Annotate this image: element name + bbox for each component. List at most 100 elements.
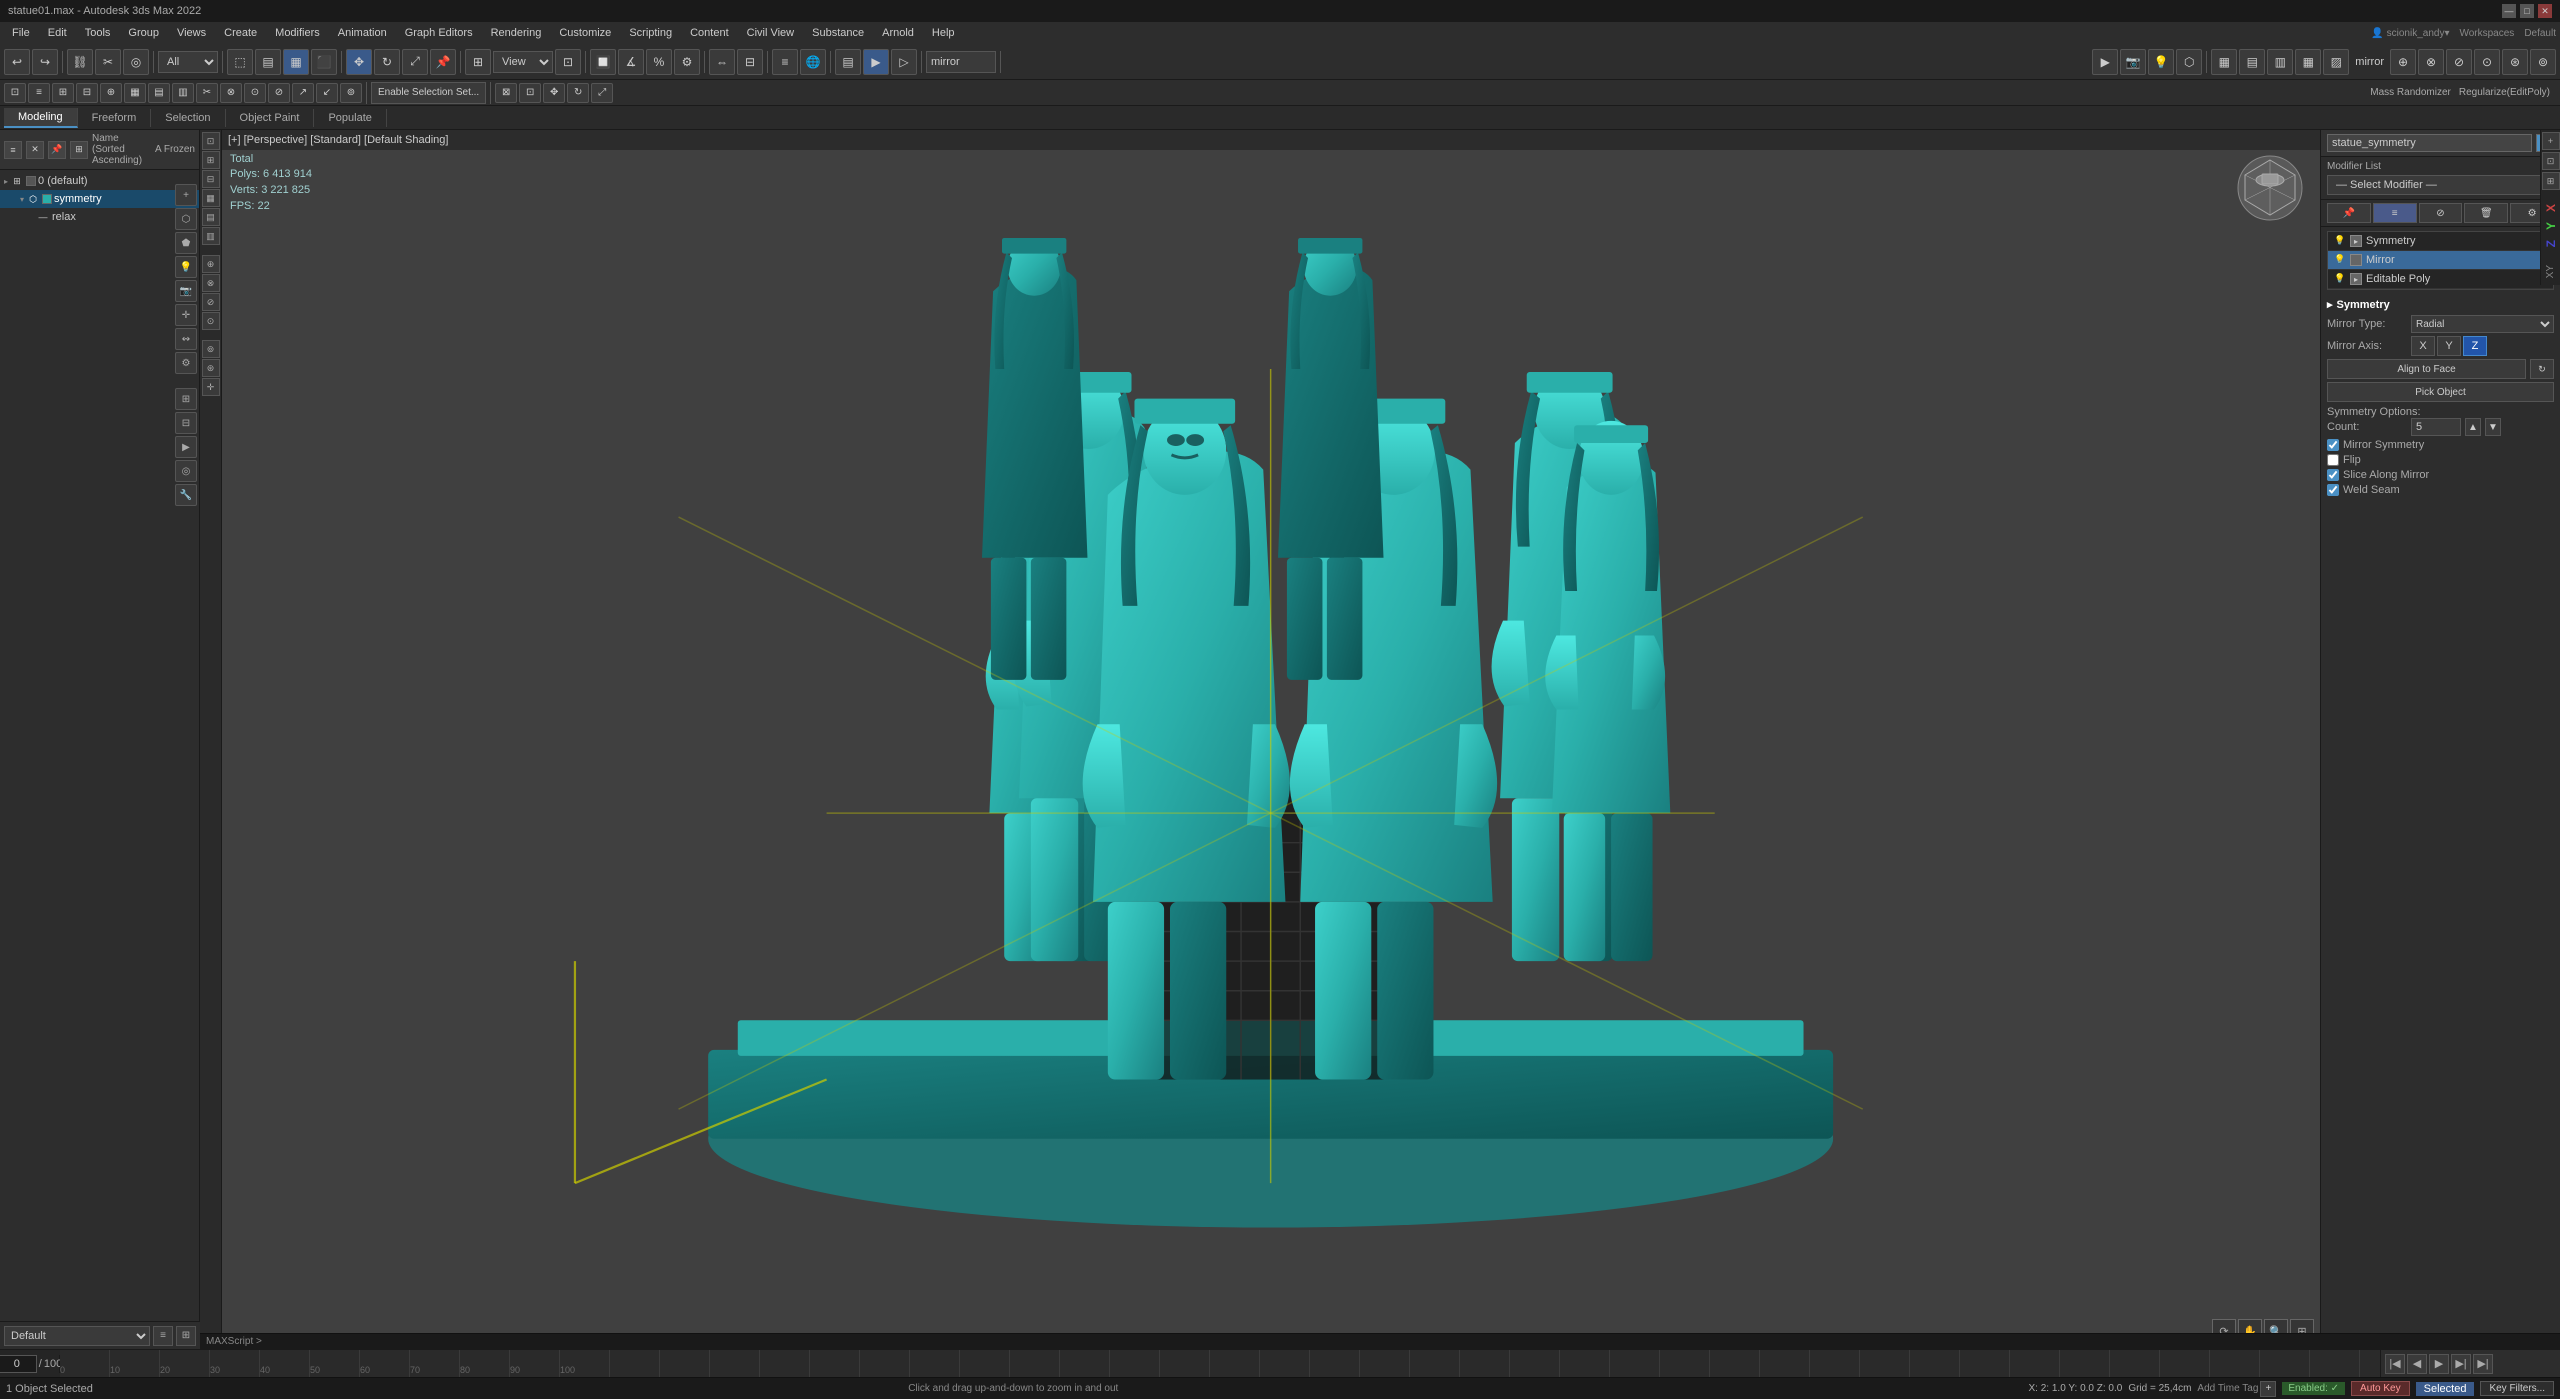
editable-poly-btn-7[interactable]: ▤ [148,83,170,103]
editable-poly-btn-1[interactable]: ⊡ [4,83,26,103]
editable-poly-btn-8[interactable]: ▥ [172,83,194,103]
align-refresh-btn[interactable]: ↻ [2530,359,2554,379]
modifier-symmetry[interactable]: 💡 ▸ Symmetry [2328,232,2553,251]
layer-options-btn[interactable]: ≡ [153,1326,173,1346]
scene-explorer-button[interactable]: 🌐 [800,49,826,75]
ribbon-button-2[interactable]: ▤ [2239,49,2265,75]
minimize-button[interactable]: — [2502,4,2516,18]
pick-object-btn[interactable]: Pick Object [2327,382,2554,402]
go-end-btn[interactable]: ▶| [2473,1354,2493,1374]
frame-number-input[interactable] [0,1355,37,1373]
menu-modifiers[interactable]: Modifiers [267,25,328,41]
ribbon-button-4[interactable]: ▦ [2295,49,2321,75]
ribbon-extra-4[interactable]: ⊙ [2474,49,2500,75]
hierarchy-btn[interactable]: ⊟ [175,412,197,434]
angle-snap-button[interactable]: ∡ [618,49,644,75]
ribbon-button-5[interactable]: ▨ [2323,49,2349,75]
ls-btn-10[interactable]: ⊙ [202,312,220,330]
align-button[interactable]: ⊟ [737,49,763,75]
ls-btn-2[interactable]: ⊞ [202,151,220,169]
remove-modifier-btn[interactable]: 🗑 [2464,203,2508,223]
sec-scale-btn[interactable]: ⤢ [591,83,613,103]
maximize-button[interactable]: □ [2520,4,2534,18]
axis-z-btn[interactable]: Z [2463,336,2487,356]
axis-y-btn[interactable]: Y [2437,336,2461,356]
count-up-btn[interactable]: ▲ [2465,418,2481,436]
key-filter-button[interactable]: Key Filters... [2480,1381,2554,1396]
main-viewport[interactable]: [+] [Perspective] [Standard] [Default Sh… [222,130,2320,1349]
left-panel-close-btn[interactable]: ✕ [26,141,44,159]
menu-scripting[interactable]: Scripting [621,25,680,41]
align-to-face-btn[interactable]: Align to Face [2327,359,2526,379]
ribbon-extra-5[interactable]: ⊛ [2502,49,2528,75]
spacewarps-btn[interactable]: ↭ [175,328,197,350]
menu-rendering[interactable]: Rendering [483,25,550,41]
modifier-mirror[interactable]: 💡 Mirror [2328,251,2553,270]
tab-modeling[interactable]: Modeling [4,108,78,128]
left-panel-options-btn[interactable]: ≡ [4,141,22,159]
tab-object-paint[interactable]: Object Paint [226,109,315,127]
create-btn[interactable]: + [175,184,197,206]
percent-snap-button[interactable]: % [646,49,672,75]
menu-create[interactable]: Create [216,25,265,41]
menu-civil-view[interactable]: Civil View [739,25,802,41]
motion-btn[interactable]: ▶ [175,436,197,458]
scene-object-layer[interactable]: ▸ ⊞ 0 (default) [0,172,199,190]
systems-btn[interactable]: ⚙ [175,352,197,374]
render-button[interactable]: ▶ [863,49,889,75]
editable-poly-btn-4[interactable]: ⊟ [76,83,98,103]
pivot-button[interactable]: ⊡ [555,49,581,75]
editable-poly-btn-10[interactable]: ⊗ [220,83,242,103]
mirror-type-dropdown[interactable]: Radial Planar [2411,315,2554,333]
ri-btn-1[interactable]: + [2542,132,2560,150]
move-button[interactable]: ✥ [346,49,372,75]
undo-button[interactable]: ↩ [4,49,30,75]
render-setup-button[interactable]: ▤ [835,49,861,75]
prev-frame-btn[interactable]: ◀ [2407,1354,2427,1374]
select-button[interactable]: ⬚ [227,49,253,75]
select-region-button[interactable]: ▦ [283,49,309,75]
mirror-button[interactable]: ⇔ [709,49,735,75]
mirror-symmetry-checkbox[interactable] [2327,439,2339,451]
snap-button[interactable]: 🔲 [590,49,616,75]
link-button[interactable]: ⛓ [67,49,93,75]
left-panel-pin-btn[interactable]: 📌 [48,141,66,159]
menu-views[interactable]: Views [169,25,214,41]
enable-selection-set-btn[interactable]: Enable Selection Set... [371,82,486,104]
weld-seam-checkbox[interactable] [2327,484,2339,496]
ribbon-extra-3[interactable]: ⊘ [2446,49,2472,75]
axis-x-btn[interactable]: X [2411,336,2435,356]
modifier-dropdown[interactable]: — Select Modifier — Symmetry Mirror Turb… [2327,175,2554,195]
timeline-track[interactable]: 0 10 20 30 40 50 60 70 80 90 100 [60,1350,2380,1377]
editable-poly-btn-6[interactable]: ▦ [124,83,146,103]
spinner-snap-button[interactable]: ⚙ [674,49,700,75]
tab-populate[interactable]: Populate [314,109,386,127]
menu-content[interactable]: Content [682,25,737,41]
menu-arnold[interactable]: Arnold [874,25,922,41]
sec-snap-btn[interactable]: ⊠ [495,83,517,103]
play-anim-button[interactable]: ▶ [2092,49,2118,75]
ri-btn-2[interactable]: ⊡ [2542,152,2560,170]
mirror-name-input[interactable] [926,51,996,73]
go-start-btn[interactable]: |◀ [2385,1354,2405,1374]
display-btn[interactable]: ◎ [175,460,197,482]
editable-poly-btn-5[interactable]: ⊕ [100,83,122,103]
maxscript-input[interactable] [262,1336,2554,1347]
menu-substance[interactable]: Substance [804,25,872,41]
select-name-button[interactable]: ▤ [255,49,281,75]
ls-btn-1[interactable]: ⊡ [202,132,220,150]
ls-btn-7[interactable]: ⊕ [202,255,220,273]
close-button[interactable]: ✕ [2538,4,2552,18]
ls-btn-11[interactable]: ⊚ [202,340,220,358]
menu-graph-editors[interactable]: Graph Editors [397,25,481,41]
light-toggle-button[interactable]: 💡 [2148,49,2174,75]
menu-help[interactable]: Help [924,25,963,41]
sec-move-btn[interactable]: ✥ [543,83,565,103]
ls-btn-9[interactable]: ⊘ [202,293,220,311]
editable-poly-btn-3[interactable]: ⊞ [52,83,74,103]
scene-object-symmetry[interactable]: ▾ ⬡ symmetry 👁 [0,190,199,208]
menu-file[interactable]: File [4,25,38,41]
menu-animation[interactable]: Animation [330,25,395,41]
place-button[interactable]: 📌 [430,49,456,75]
ribbon-extra-6[interactable]: ⊚ [2530,49,2556,75]
